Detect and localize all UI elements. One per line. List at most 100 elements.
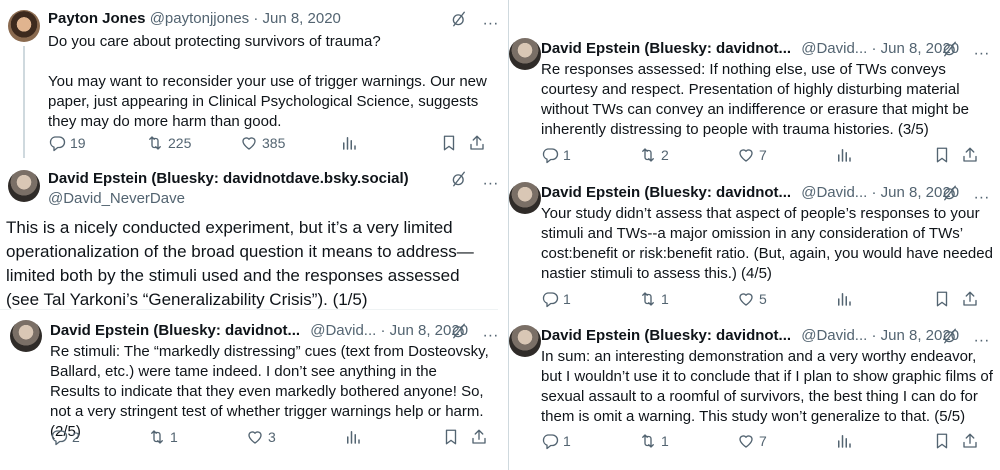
- share-icon: [468, 134, 486, 152]
- tweet-payton[interactable]: Payton Jones @paytonjjones · Jun 8, 2020…: [0, 0, 498, 160]
- author-name[interactable]: David Epstein (Bluesky: davidnot...: [541, 40, 791, 57]
- like-icon: [737, 146, 755, 164]
- avatar[interactable]: [509, 182, 541, 214]
- views-icon: [344, 428, 362, 446]
- tweet-top-icons: ···: [440, 170, 498, 192]
- bookmark-button[interactable]: [442, 426, 460, 446]
- share-button[interactable]: [961, 430, 979, 450]
- reply-button[interactable]: 1: [541, 288, 571, 308]
- share-button[interactable]: [468, 132, 486, 152]
- reply-icon: [541, 432, 559, 450]
- retweet-button[interactable]: 2: [639, 144, 669, 164]
- bookmark-icon: [933, 146, 951, 164]
- retweet-count: 1: [170, 429, 178, 446]
- avatar[interactable]: [8, 170, 40, 202]
- tweet-text: In sum: an interesting demonstration and…: [541, 348, 993, 425]
- share-button[interactable]: [961, 288, 979, 308]
- like-count: 385: [262, 135, 286, 152]
- avatar[interactable]: [509, 38, 541, 70]
- views-icon: [835, 432, 853, 450]
- grok-icon[interactable]: [450, 170, 468, 193]
- views-button[interactable]: [835, 144, 853, 164]
- like-count: 5: [759, 291, 767, 308]
- retweet-count: 1: [661, 433, 669, 450]
- like-button[interactable]: 385: [240, 132, 285, 152]
- like-button[interactable]: 7: [737, 144, 767, 164]
- reply-icon: [541, 146, 559, 164]
- views-button[interactable]: [835, 430, 853, 450]
- like-count: 7: [759, 433, 767, 450]
- reply-button[interactable]: 1: [541, 144, 571, 164]
- author-name[interactable]: David Epstein (Bluesky: davidnot...: [50, 322, 300, 339]
- retweet-button[interactable]: 225: [146, 132, 191, 152]
- author-name[interactable]: David Epstein (Bluesky: davidnot...: [541, 327, 791, 344]
- views-icon: [340, 134, 358, 152]
- action-bar: 1 1 7: [541, 430, 991, 450]
- left-thread-column: Payton Jones @paytonjjones · Jun 8, 2020…: [0, 0, 498, 470]
- reply-count: 1: [563, 291, 571, 308]
- like-button[interactable]: 7: [737, 430, 767, 450]
- bookmark-icon: [442, 428, 460, 446]
- bookmark-button[interactable]: [933, 430, 951, 450]
- action-bar: 19 225 385: [48, 132, 488, 152]
- share-icon: [961, 432, 979, 450]
- author-handle[interactable]: @David_NeverDave: [48, 190, 185, 207]
- column-gap: [498, 0, 508, 470]
- tweet-header: David Epstein (Bluesky: davidnot... @Dav…: [541, 40, 959, 58]
- views-button[interactable]: [340, 132, 358, 152]
- tweet-epstein-3[interactable]: David Epstein (Bluesky: davidnot... @Dav…: [509, 30, 1000, 172]
- retweet-button[interactable]: 1: [639, 288, 669, 308]
- reply-count: 1: [563, 433, 571, 450]
- handle-date[interactable]: @paytonjjones · Jun 8, 2020: [150, 10, 341, 27]
- author-name[interactable]: David Epstein (Bluesky: davidnotdave.bsk…: [48, 170, 409, 187]
- tweet-text: Do you care about protecting survivors o…: [48, 33, 487, 130]
- reply-button[interactable]: 2: [50, 426, 80, 446]
- share-button[interactable]: [961, 144, 979, 164]
- like-count: 7: [759, 147, 767, 164]
- tweet-header: David Epstein (Bluesky: davidnot... @Dav…: [541, 184, 959, 202]
- more-icon[interactable]: ···: [482, 175, 498, 193]
- avatar[interactable]: [8, 10, 40, 42]
- bookmark-button[interactable]: [440, 132, 458, 152]
- action-bar: 2 1 3: [50, 426, 490, 446]
- like-icon: [246, 428, 264, 446]
- tweet-epstein-2[interactable]: David Epstein (Bluesky: davidnot... @Dav…: [0, 312, 498, 470]
- avatar[interactable]: [10, 320, 42, 352]
- tweet-header: David Epstein (Bluesky: davidnotdave.bsk…: [48, 170, 409, 188]
- reply-button[interactable]: 19: [48, 132, 86, 152]
- views-icon: [835, 146, 853, 164]
- share-button[interactable]: [470, 426, 488, 446]
- retweet-icon: [639, 432, 657, 450]
- like-icon: [737, 432, 755, 450]
- views-button[interactable]: [835, 288, 853, 308]
- tweet-text: Re responses assessed: If nothing else, …: [541, 61, 970, 138]
- reply-button[interactable]: 1: [541, 430, 571, 450]
- like-button[interactable]: 3: [246, 426, 276, 446]
- avatar[interactable]: [509, 325, 541, 357]
- more-icon[interactable]: ···: [482, 15, 498, 33]
- retweet-button[interactable]: 1: [148, 426, 178, 446]
- author-name[interactable]: David Epstein (Bluesky: davidnot...: [541, 184, 791, 201]
- bookmark-button[interactable]: [933, 288, 951, 308]
- reply-count: 2: [72, 429, 80, 446]
- like-button[interactable]: 5: [737, 288, 767, 308]
- retweet-count: 1: [661, 291, 669, 308]
- tweet-top-icons: ···: [931, 40, 989, 62]
- tweet-epstein-5[interactable]: David Epstein (Bluesky: davidnot... @Dav…: [509, 317, 1000, 470]
- retweet-button[interactable]: 1: [639, 430, 669, 450]
- action-bar: 1 1 5: [541, 288, 991, 308]
- views-button[interactable]: [344, 426, 362, 446]
- retweet-icon: [639, 290, 657, 308]
- grok-icon[interactable]: [450, 10, 468, 33]
- tweet-epstein-main[interactable]: David Epstein (Bluesky: davidnotdave.bsk…: [0, 160, 498, 310]
- retweet-icon: [146, 134, 164, 152]
- retweet-icon: [639, 146, 657, 164]
- tweet-top-icons: ···: [440, 10, 498, 32]
- right-thread-column: David Epstein (Bluesky: davidnot... @Dav…: [508, 0, 1000, 470]
- retweet-count: 2: [661, 147, 669, 164]
- tweet-top-icons: ···: [931, 327, 989, 349]
- tweet-epstein-4[interactable]: David Epstein (Bluesky: davidnot... @Dav…: [509, 174, 1000, 316]
- reply-count: 19: [70, 135, 86, 152]
- author-name[interactable]: Payton Jones: [48, 10, 146, 27]
- bookmark-button[interactable]: [933, 144, 951, 164]
